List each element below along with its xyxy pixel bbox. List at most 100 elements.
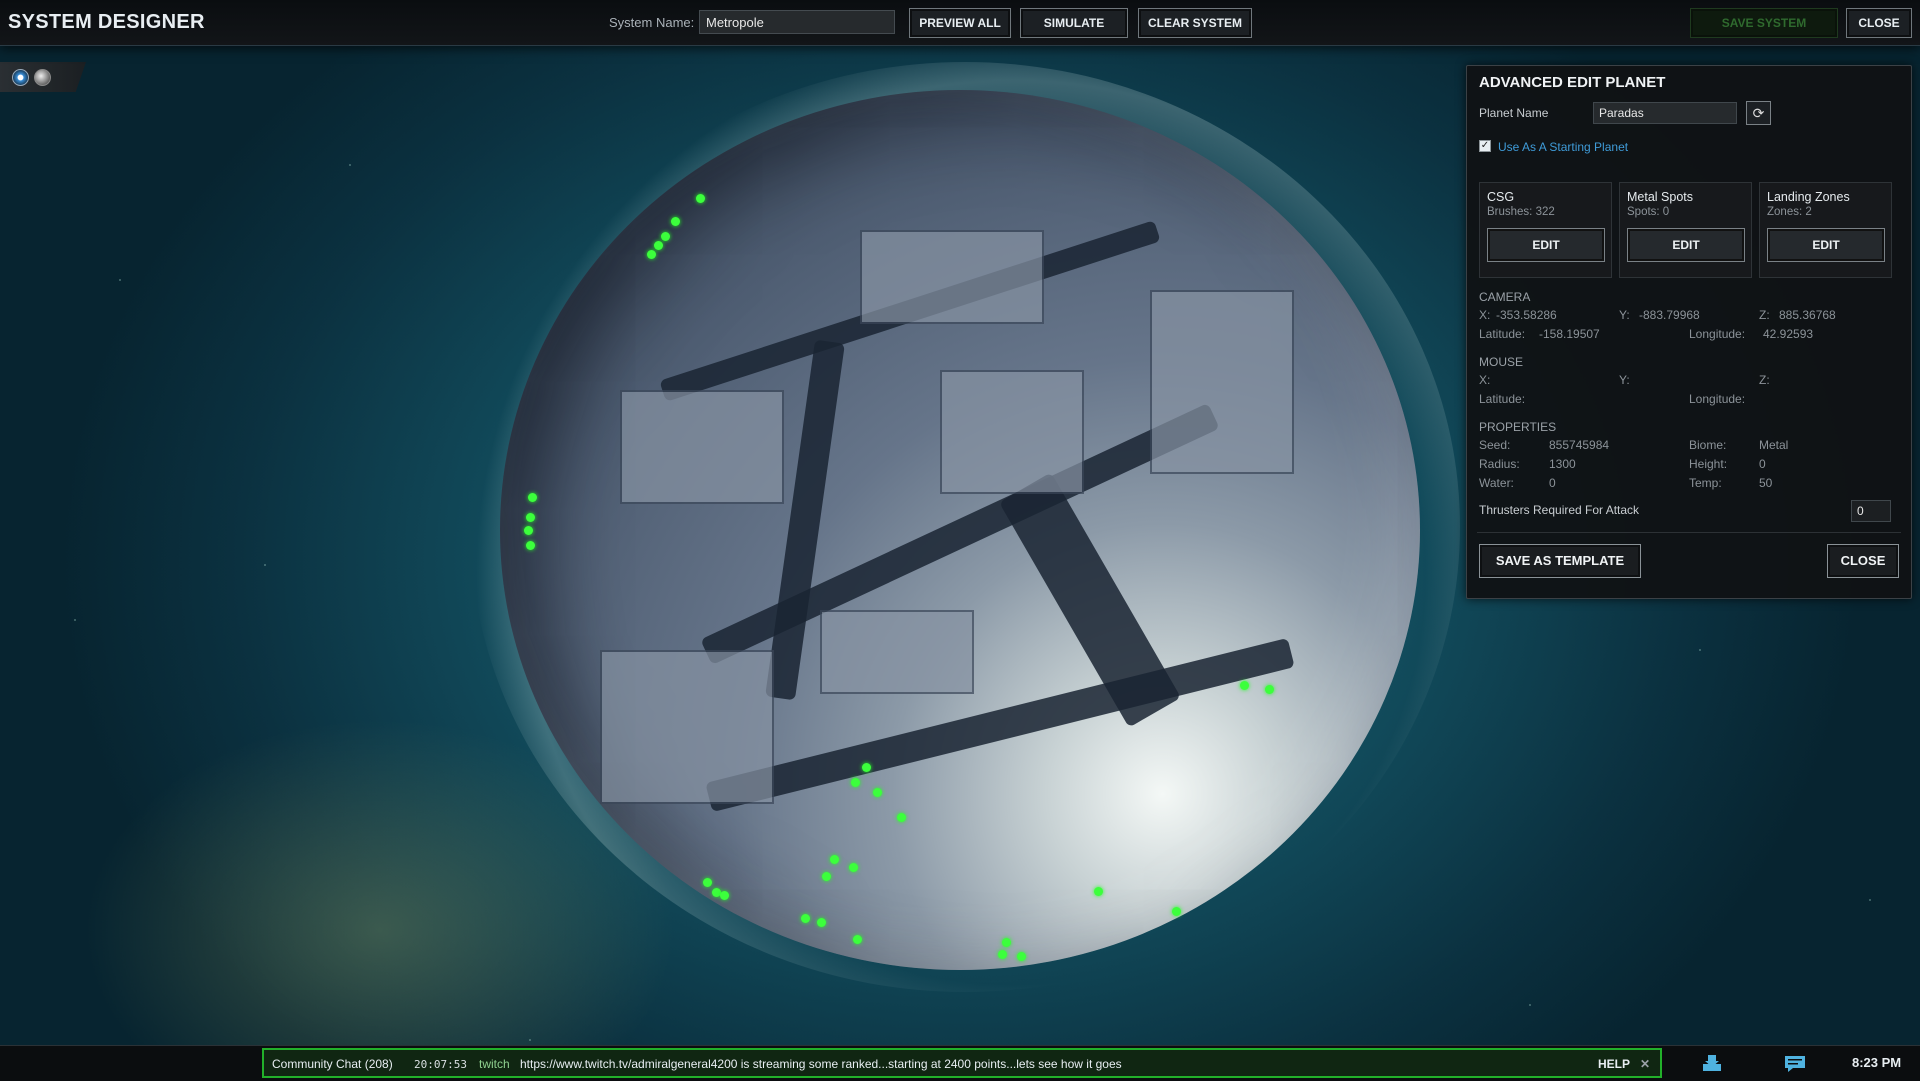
spawn-marker[interactable] (1240, 681, 1249, 690)
system-name-input[interactable] (699, 10, 895, 34)
spawn-marker[interactable] (1094, 887, 1103, 896)
seed-label: Seed: (1479, 438, 1511, 452)
close-button[interactable]: CLOSE (1846, 8, 1912, 38)
landing-zones-count: Zones: 2 (1767, 206, 1812, 218)
starting-planet-label[interactable]: Use As A Starting Planet (1498, 140, 1628, 154)
spawn-marker[interactable] (671, 217, 680, 226)
save-system-button[interactable]: SAVE SYSTEM (1690, 8, 1838, 38)
planet-view-icon[interactable] (34, 69, 51, 86)
spawn-marker[interactable] (830, 855, 839, 864)
mouse-latitude-label: Latitude: (1479, 392, 1526, 406)
camera-latitude-value: -158.19507 (1539, 327, 1600, 341)
chat-timestamp: 20:07:53 (414, 1058, 467, 1071)
chat-message: https://www.twitch.tv/admiralgeneral4200… (520, 1057, 1122, 1071)
camera-latitude-label: Latitude: (1479, 327, 1526, 341)
camera-longitude-value: 42.92593 (1763, 327, 1814, 341)
community-chat-bar[interactable]: Community Chat (208) 20:07:53 twitch htt… (262, 1048, 1662, 1078)
randomize-name-button[interactable]: ⟳ (1746, 101, 1771, 125)
view-toggle[interactable] (0, 62, 86, 92)
biome-label: Biome: (1689, 438, 1727, 452)
camera-y-label: Y: (1619, 308, 1630, 322)
spawn-marker[interactable] (720, 891, 729, 900)
metal-spots-count: Spots: 0 (1627, 206, 1670, 218)
chat-label[interactable]: Community Chat (208) (272, 1057, 393, 1071)
preview-all-button[interactable]: PREVIEW ALL (909, 8, 1011, 38)
spawn-marker[interactable] (528, 493, 537, 502)
properties-heading: PROPERTIES (1479, 420, 1557, 434)
spawn-marker[interactable] (1265, 685, 1274, 694)
planet-structure (820, 610, 974, 694)
temp-label: Temp: (1689, 476, 1722, 490)
planet-structure (600, 650, 774, 804)
panel-title: ADVANCED EDIT PLANET (1479, 74, 1666, 91)
camera-x-label: X: (1479, 308, 1491, 322)
spawn-marker[interactable] (897, 813, 906, 822)
planet-structure (1150, 290, 1294, 474)
message-icon[interactable] (1784, 1054, 1806, 1072)
help-button[interactable]: HELP (1598, 1057, 1630, 1071)
height-value: 0 (1759, 457, 1766, 471)
spawn-marker[interactable] (822, 872, 831, 881)
metal-spots-card: Metal Spots Spots: 0 EDIT (1619, 182, 1752, 278)
spawn-marker[interactable] (1017, 952, 1026, 961)
refresh-icon: ⟳ (1752, 105, 1765, 121)
csg-brushes: Brushes: 322 (1487, 206, 1555, 218)
water-label: Water: (1479, 476, 1514, 490)
planet-structure (860, 230, 1044, 324)
camera-x-value: -353.58286 (1496, 308, 1557, 322)
simulate-button[interactable]: SIMULATE (1020, 8, 1128, 38)
spawn-marker[interactable] (696, 194, 705, 203)
clock: 8:23 PM (1852, 1055, 1902, 1070)
camera-heading: CAMERA (1479, 290, 1531, 304)
thrusters-input[interactable]: 0 (1851, 500, 1891, 522)
landing-zones-title: Landing Zones (1767, 190, 1850, 204)
download-icon[interactable] (1701, 1054, 1723, 1072)
spawn-marker[interactable] (526, 541, 535, 550)
landing-zones-edit-button[interactable]: EDIT (1767, 228, 1885, 262)
panel-divider (1477, 532, 1901, 533)
biome-value: Metal (1759, 438, 1789, 452)
metal-spots-edit-button[interactable]: EDIT (1627, 228, 1745, 262)
spawn-marker[interactable] (851, 778, 860, 787)
spawn-marker[interactable] (998, 950, 1007, 959)
spawn-marker[interactable] (817, 918, 826, 927)
save-as-template-button[interactable]: SAVE AS TEMPLATE (1479, 544, 1641, 578)
thrusters-label: Thrusters Required For Attack (1479, 503, 1640, 517)
spawn-marker[interactable] (703, 878, 712, 887)
csg-edit-button[interactable]: EDIT (1487, 228, 1605, 262)
csg-title: CSG (1487, 190, 1515, 204)
spawn-marker[interactable] (862, 763, 871, 772)
planet-name-label: Planet Name (1479, 106, 1549, 120)
spawn-marker[interactable] (849, 863, 858, 872)
panel-close-button[interactable]: CLOSE (1827, 544, 1899, 578)
planet-view[interactable] (500, 90, 1420, 970)
mouse-heading: MOUSE (1479, 355, 1524, 369)
csg-card: CSG Brushes: 322 EDIT (1479, 182, 1612, 278)
chat-source: twitch (479, 1057, 510, 1071)
spawn-marker[interactable] (853, 935, 862, 944)
spawn-marker[interactable] (873, 788, 882, 797)
mouse-z-label: Z: (1759, 373, 1770, 387)
camera-z-value: 885.36768 (1779, 308, 1836, 322)
planet-structure (940, 370, 1084, 494)
radius-label: Radius: (1479, 457, 1520, 471)
planet-name-input[interactable] (1593, 102, 1737, 124)
spawn-marker[interactable] (661, 232, 670, 241)
spawn-marker[interactable] (654, 241, 663, 250)
seed-value: 855745984 (1549, 438, 1610, 452)
spawn-marker[interactable] (801, 914, 810, 923)
radius-value: 1300 (1549, 457, 1576, 471)
mouse-y-label: Y: (1619, 373, 1630, 387)
clear-system-button[interactable]: CLEAR SYSTEM (1138, 8, 1252, 38)
chat-close-icon[interactable]: ✕ (1640, 1057, 1650, 1071)
starting-planet-checkbox[interactable]: ✓ (1479, 140, 1491, 152)
landing-zones-card: Landing Zones Zones: 2 EDIT (1759, 182, 1892, 278)
height-label: Height: (1689, 457, 1728, 471)
spawn-marker[interactable] (647, 250, 656, 259)
spawn-marker[interactable] (524, 526, 533, 535)
spawn-marker[interactable] (1172, 907, 1181, 916)
system-view-icon[interactable] (12, 69, 29, 86)
app-title: SYSTEM DESIGNER (8, 11, 205, 33)
spawn-marker[interactable] (526, 513, 535, 522)
spawn-marker[interactable] (1002, 938, 1011, 947)
